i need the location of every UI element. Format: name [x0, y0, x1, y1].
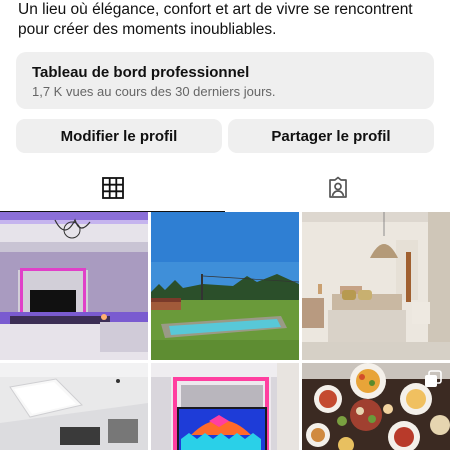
- tagged-user-icon: [328, 176, 347, 198]
- profile-tabs: [0, 164, 450, 212]
- dashboard-title: Tableau de bord professionnel: [32, 64, 250, 81]
- bio-line: pour créer des moments inoubliables.: [18, 21, 277, 38]
- share-profile-button[interactable]: Partager le profil: [228, 119, 434, 153]
- dashboard-subtitle: 1,7 K vues au cours des 30 derniers jour…: [32, 84, 276, 99]
- grid-icon: [101, 176, 124, 199]
- post-thumbnail[interactable]: [151, 363, 299, 450]
- bio-line: Un lieu où élégance, confort et art de v…: [18, 1, 413, 18]
- post-thumbnail[interactable]: [302, 212, 450, 360]
- tab-tagged[interactable]: [225, 164, 450, 212]
- post-thumbnail[interactable]: [151, 212, 299, 360]
- profile-bio: Un lieu où élégance, confort et art de v…: [18, 0, 438, 40]
- post-thumbnail[interactable]: [302, 363, 450, 450]
- post-thumbnail[interactable]: [0, 212, 148, 360]
- edit-profile-button[interactable]: Modifier le profil: [16, 119, 222, 153]
- professional-dashboard[interactable]: Tableau de bord professionnel 1,7 K vues…: [16, 52, 434, 109]
- carousel-icon: [425, 370, 442, 387]
- posts-grid: [0, 212, 450, 450]
- post-thumbnail[interactable]: [0, 363, 148, 450]
- tab-posts-grid[interactable]: [0, 164, 225, 212]
